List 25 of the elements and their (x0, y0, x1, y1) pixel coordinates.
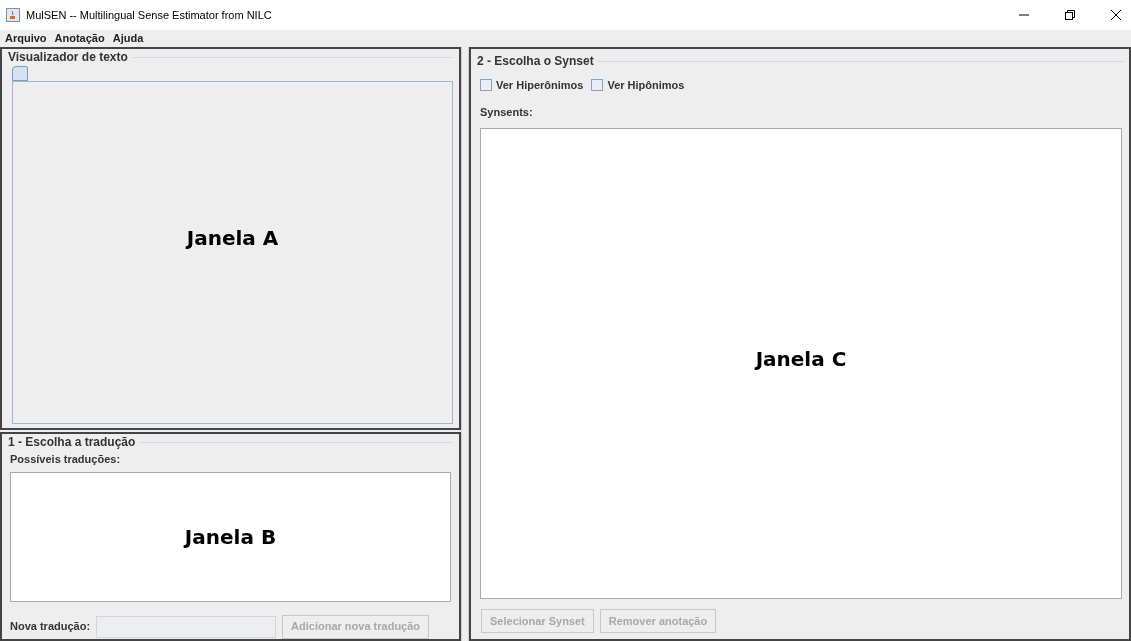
checkbox-label: Ver Hiperônimos (496, 78, 584, 93)
synsets-list[interactable]: Janela C (480, 128, 1122, 599)
group-title: 1 - Escolha a tradução (8, 436, 136, 448)
group-title: Visualizador de texto (8, 51, 128, 63)
menu-item[interactable]: Arquivo (5, 30, 47, 47)
checkbox-label: Ver Hipônimos (607, 78, 685, 93)
checkbox[interactable] (480, 79, 492, 92)
field-label: Nova tradução: (10, 619, 91, 635)
restore-icon[interactable] (1065, 10, 1075, 20)
menu-item[interactable]: Anotação (54, 30, 105, 47)
area-label: Janela C (755, 345, 847, 373)
area-label: Janela B (184, 523, 277, 551)
checkbox[interactable] (591, 79, 604, 92)
window-title: MulSEN -- Multilingual Sense Estimator from NILC (26, 7, 272, 23)
translations-list[interactable]: Janela B (10, 471, 451, 602)
input-field[interactable] (96, 615, 277, 638)
list-label: Synsents: (480, 104, 534, 120)
split-divider[interactable] (461, 47, 469, 641)
area-label: Janela A (186, 224, 279, 252)
close-icon[interactable] (1111, 10, 1121, 20)
group-title: 2 - Escolha o Synset (477, 55, 594, 67)
tab[interactable] (12, 66, 28, 81)
menu-item[interactable]: Ajuda (112, 30, 144, 47)
list-label: Possíveis traduções: (10, 452, 122, 467)
java-cup-icon (6, 8, 20, 22)
